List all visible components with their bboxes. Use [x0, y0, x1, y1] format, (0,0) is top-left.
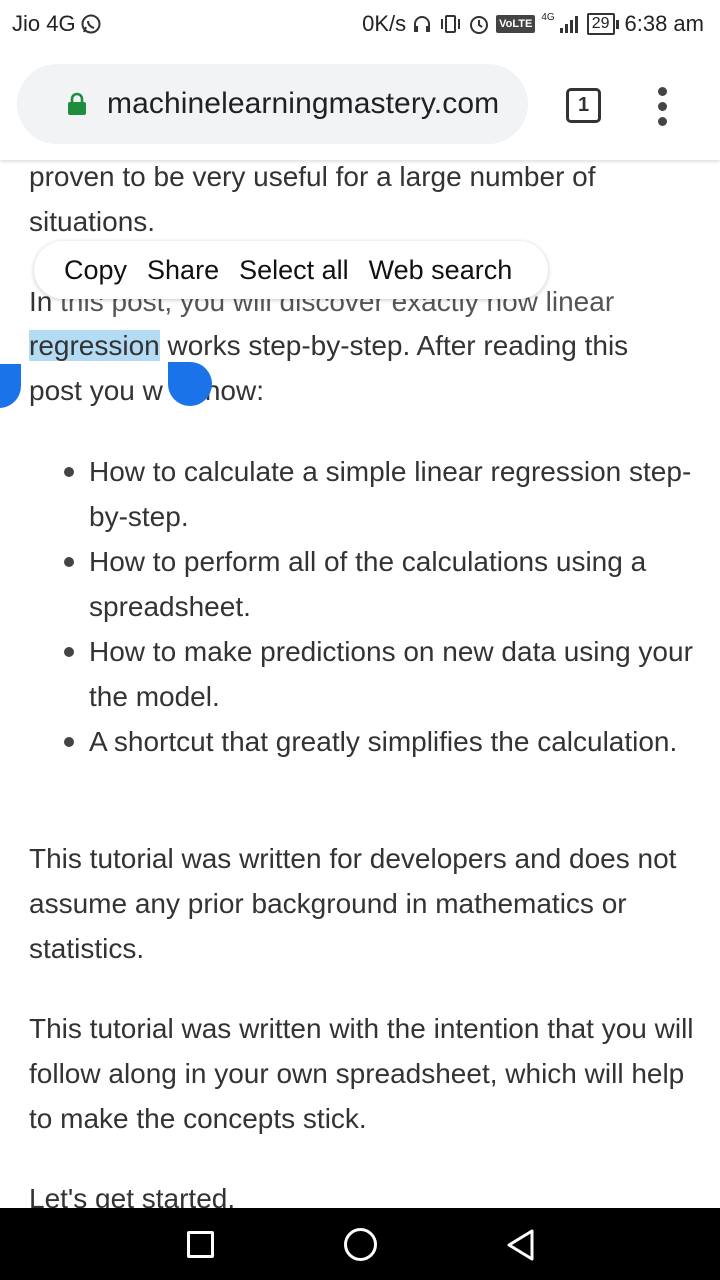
whatsapp-icon: [81, 14, 101, 34]
status-bar: Jio 4G 0K/s VoLTE 4G 29 6:38 am: [0, 0, 720, 50]
intro-rest: works step-by-step. After reading this: [159, 330, 629, 361]
menu-dot: [658, 87, 667, 96]
intro-line-3: post you w know:: [29, 368, 699, 413]
paragraph-get-started: Let's get started.: [29, 1183, 236, 1208]
vibrate-icon: [441, 15, 461, 33]
intro-line-2: regression works step-by-step. After rea…: [29, 323, 699, 368]
web-search-button[interactable]: Web search: [369, 255, 513, 286]
recents-button[interactable]: [187, 1231, 214, 1258]
tab-switcher-button[interactable]: 1: [566, 88, 601, 123]
list-item-text: How to make predictions on new data usin…: [89, 636, 693, 712]
paragraph-follow-along: This tutorial was written with the inten…: [29, 1013, 694, 1134]
battery-tip: [615, 19, 619, 29]
intro-line3-a: post you w: [29, 375, 163, 406]
paragraph-line: proven to be very useful for a large num…: [29, 161, 596, 192]
url-text[interactable]: machinelearningmastery.com: [107, 86, 499, 122]
signal-icon: [559, 16, 578, 33]
clock: 6:38 am: [624, 11, 705, 36]
carrier-label: Jio 4G: [12, 11, 76, 36]
article-content: proven to be very useful for a large num…: [0, 160, 720, 1208]
bullet-icon: [64, 647, 74, 657]
bullet-icon: [64, 467, 74, 477]
copy-button[interactable]: Copy: [64, 255, 127, 286]
share-button[interactable]: Share: [147, 255, 219, 286]
browser-toolbar: machinelearningmastery.com 1: [0, 50, 720, 160]
paragraph-line: situations.: [29, 206, 156, 237]
list-item-text: How to perform all of the calculations u…: [89, 546, 647, 622]
battery-level: 29: [586, 13, 615, 35]
system-nav-bar: [0, 1208, 720, 1280]
menu-dot: [658, 102, 667, 111]
selection-handle-end[interactable]: [168, 362, 212, 406]
volte-badge: VoLTE: [496, 15, 536, 33]
status-left: Jio 4G: [12, 11, 102, 37]
list-item-text: A shortcut that greatly simplifies the c…: [89, 726, 678, 757]
network-type: 4G: [541, 12, 555, 23]
text-selection-menu: Copy Share Select all Web search: [34, 241, 548, 299]
selected-text[interactable]: regression: [29, 330, 160, 361]
list-item: How to calculate a simple linear regress…: [60, 449, 700, 539]
list-item-text: How to calculate a simple linear regress…: [89, 456, 692, 532]
menu-dot: [658, 117, 667, 126]
bullet-icon: [64, 737, 74, 747]
headphones-icon: [414, 16, 431, 32]
home-button[interactable]: [344, 1228, 377, 1261]
list-item: How to perform all of the calculations u…: [60, 539, 700, 629]
list-item: A shortcut that greatly simplifies the c…: [60, 719, 700, 764]
bullet-list: How to calculate a simple linear regress…: [60, 449, 700, 764]
alarm-icon: [470, 16, 489, 34]
overflow-menu-button[interactable]: [652, 87, 676, 127]
paragraph-developers: This tutorial was written for developers…: [29, 843, 677, 964]
bullet-icon: [64, 557, 74, 567]
list-item: How to make predictions on new data usin…: [60, 629, 700, 719]
back-button[interactable]: [505, 1228, 537, 1262]
lock-icon: [68, 92, 86, 115]
selection-handle-start[interactable]: [0, 364, 21, 408]
network-speed: 0K/s: [362, 11, 407, 36]
url-bar[interactable]: machinelearningmastery.com: [17, 64, 528, 144]
battery-icon: 29: [586, 13, 619, 35]
select-all-button[interactable]: Select all: [239, 255, 349, 286]
status-right: 0K/s VoLTE 4G 29 6:38 am: [362, 11, 704, 37]
